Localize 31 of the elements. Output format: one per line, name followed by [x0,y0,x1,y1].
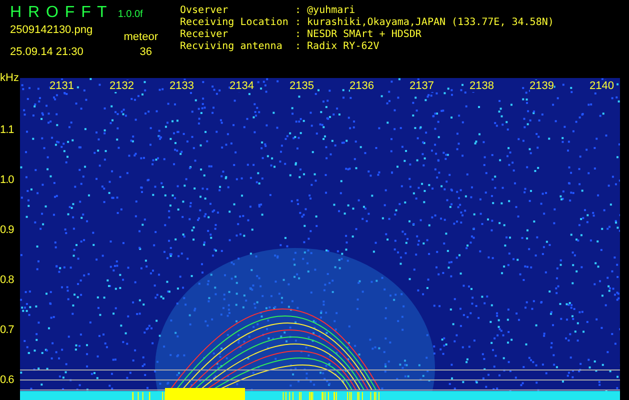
time-label: 2133 [170,80,194,92]
time-label: 2140 [590,80,614,92]
time-label: 2136 [350,80,374,92]
datetime-text: 25.09.14 21:30 [10,46,84,58]
info-value: : NESDR SMArt + HDSDR [295,29,422,41]
time-label: 2139 [530,80,554,92]
info-value: : @yuhmari [295,5,356,17]
filename-text: 2509142130.png [10,24,93,36]
axis-label: 1.1 [0,124,14,136]
info-value: : Radix RY-62V [295,41,380,53]
axis-label: 1.0 [0,174,14,186]
event-count: 36 [140,46,152,58]
info-label: Ovserver [180,5,230,17]
event-label: meteor [124,31,158,43]
info-value: : kurashiki,Okayama,JAPAN (133.77E, 34.58N) [295,17,554,29]
time-label: 2137 [410,80,434,92]
axis-label: 0.6 [0,374,14,386]
time-label: 2131 [50,80,74,92]
time-label: 2134 [230,80,254,92]
app-title: H R O F F T [10,4,108,22]
axis-label: 0.7 [0,324,14,336]
info-label: Recviving antenna [180,41,284,53]
info-label: Receiver [180,29,230,41]
version-text: 1.0.0f [118,9,143,20]
info-label: Receiving Location [180,17,290,29]
time-label: 2135 [290,80,314,92]
axis-label: 0.8 [0,274,14,286]
unit-label: kHz [0,72,19,84]
time-label: 2132 [110,80,134,92]
time-label: 2138 [470,80,494,92]
axis-label: 0.9 [0,224,14,236]
